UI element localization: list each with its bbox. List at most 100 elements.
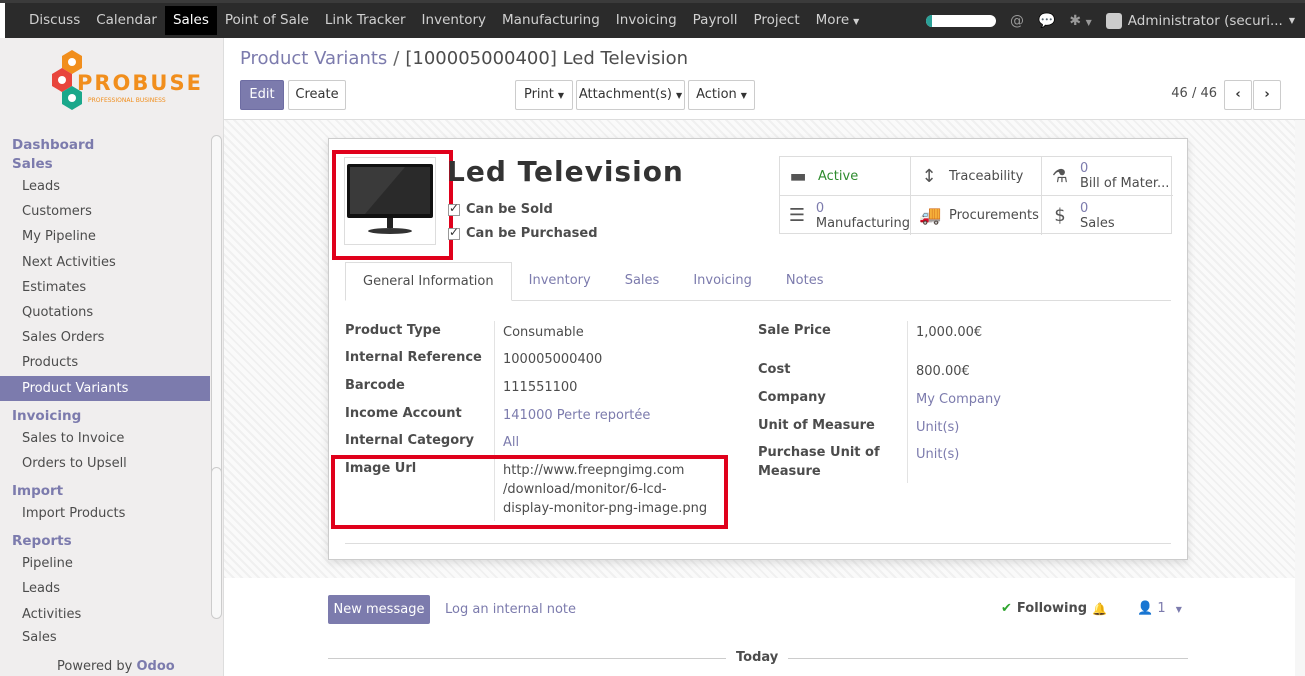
- internal-category-label: Internal Category: [345, 433, 475, 448]
- sidebar-item-next-activities[interactable]: Next Activities: [0, 250, 210, 275]
- purchase-uom-link[interactable]: Unit(s): [916, 445, 959, 464]
- dollar-icon: $: [1054, 205, 1066, 226]
- arrows-vertical-icon: ↕: [921, 165, 937, 187]
- sidebar-category-reports[interactable]: Reports: [0, 532, 210, 551]
- sidebar-item-report-sales[interactable]: Sales: [0, 627, 210, 641]
- caret-down-icon: ▼: [675, 91, 683, 100]
- product-name: Led Television: [447, 155, 684, 188]
- control-panel: Product Variants / [100005000400] Led Tele…: [224, 38, 1305, 120]
- sidebar-item-report-activities[interactable]: Activities: [0, 602, 210, 627]
- odoo-link[interactable]: Odoo: [137, 659, 175, 674]
- internal-category-link[interactable]: All: [503, 433, 519, 452]
- sidebar-item-leads[interactable]: Leads: [0, 174, 210, 199]
- sidebar-item-customers[interactable]: Customers: [0, 199, 210, 224]
- menu-calendar[interactable]: Calendar: [88, 6, 165, 35]
- new-message-button[interactable]: New message: [328, 595, 430, 624]
- can-be-sold-checkbox[interactable]: Can be Sold: [448, 201, 553, 217]
- checkbox-icon: [448, 225, 460, 240]
- barcode-value: 111551100: [503, 380, 578, 395]
- onboarding-progress-bar[interactable]: [925, 14, 996, 27]
- caret-down-icon: ▼: [853, 17, 860, 26]
- sidebar-item-my-pipeline[interactable]: My Pipeline: [0, 224, 210, 249]
- sidebar-category-invoicing[interactable]: Invoicing: [0, 407, 210, 426]
- sidebar-scrollbar[interactable]: [211, 135, 222, 493]
- menu-payroll[interactable]: Payroll: [685, 6, 746, 35]
- bell-icon: 🔔: [1092, 601, 1108, 616]
- sales-label: Sales: [1080, 215, 1115, 231]
- at-icon[interactable]: @: [1010, 13, 1024, 29]
- sidebar-item-sales-orders[interactable]: Sales Orders: [0, 325, 210, 350]
- sidebar-item-product-variants[interactable]: Product Variants: [0, 375, 210, 401]
- chat-icon[interactable]: 💬: [1038, 13, 1055, 29]
- followers-count: 1: [1157, 601, 1166, 616]
- can-be-purchased-checkbox[interactable]: Can be Purchased: [448, 225, 598, 241]
- user-menu[interactable]: Administrator (securi... ▼: [1105, 12, 1295, 29]
- app-menu: Discuss Calendar Sales Point of Sale Lin…: [21, 6, 867, 35]
- sheet-divider: [345, 543, 1171, 544]
- bom-count: 0: [1080, 161, 1089, 176]
- action-dropdown[interactable]: Action ▼: [688, 80, 755, 110]
- sidebar-item-quotations[interactable]: Quotations: [0, 300, 210, 325]
- menu-discuss[interactable]: Discuss: [21, 6, 88, 35]
- sidebar-item-report-pipeline[interactable]: Pipeline: [0, 551, 210, 576]
- sidebar-item-orders-to-upsell[interactable]: Orders to Upsell: [0, 451, 210, 476]
- sidebar-item-estimates[interactable]: Estimates: [0, 275, 210, 300]
- sidebar-category-dashboard[interactable]: Dashboard: [0, 136, 210, 155]
- pager-previous-button[interactable]: ‹: [1224, 80, 1252, 110]
- menu-manufacturing[interactable]: Manufacturing: [494, 6, 608, 35]
- top-navbar: Discuss Calendar Sales Point of Sale Lin…: [0, 0, 1305, 41]
- sidebar-item-products[interactable]: Products: [0, 350, 210, 375]
- sidebar-item-sales-to-invoice[interactable]: Sales to Invoice: [0, 426, 210, 451]
- manufacturing-count: 0: [815, 200, 825, 216]
- menu-inventory[interactable]: Inventory: [414, 6, 494, 35]
- following-button[interactable]: ✔ Following 🔔: [1001, 601, 1107, 616]
- procurements-button[interactable]: 🚚 Procurements: [911, 196, 1042, 235]
- breadcrumb-product-variants[interactable]: Product Variants: [240, 48, 387, 69]
- sidebar-scrollbar-lower[interactable]: [211, 467, 222, 619]
- attachments-dropdown[interactable]: Attachment(s) ▼: [576, 80, 685, 110]
- sidebar-item-report-leads[interactable]: Leads: [0, 576, 210, 601]
- menu-project[interactable]: Project: [745, 6, 807, 35]
- company-logo[interactable]: PROBUSE PROFESSIONAL BUSINESS: [44, 48, 201, 124]
- internal-reference-label: Internal Reference: [345, 350, 482, 365]
- bug-icon[interactable]: ✱ ▼: [1069, 13, 1091, 29]
- tab-notes[interactable]: Notes: [769, 262, 841, 301]
- avatar: [1105, 12, 1122, 29]
- sidebar-category-sales[interactable]: Sales: [0, 155, 210, 174]
- menu-invoicing[interactable]: Invoicing: [608, 6, 685, 35]
- print-dropdown[interactable]: Print ▼: [515, 80, 573, 110]
- right-column-divider: [907, 321, 908, 483]
- sidebar-menu: Dashboard Sales Leads Customers My Pipel…: [0, 136, 210, 641]
- chevron-right-icon: ›: [1264, 87, 1270, 102]
- edit-button[interactable]: Edit: [240, 80, 284, 110]
- sidebar-category-import[interactable]: Import: [0, 482, 210, 501]
- sidebar-item-import-products[interactable]: Import Products: [0, 501, 210, 526]
- create-button[interactable]: Create: [288, 80, 346, 110]
- barcode-label: Barcode: [345, 378, 405, 393]
- company-link[interactable]: My Company: [916, 390, 1001, 409]
- manufacturing-button[interactable]: ☰ 0 Manufacturing: [780, 196, 911, 235]
- menu-point-of-sale[interactable]: Point of Sale: [217, 6, 317, 35]
- followers-dropdown[interactable]: 👤 1 ▼: [1137, 601, 1182, 616]
- breadcrumb: Product Variants / [100005000400] Led Tele…: [240, 48, 688, 69]
- log-note-link[interactable]: Log an internal note: [445, 602, 576, 617]
- caret-down-icon: ▼: [557, 91, 565, 100]
- tab-general-information[interactable]: General Information: [345, 262, 512, 301]
- tab-sales[interactable]: Sales: [608, 262, 677, 301]
- purchase-uom-label-line: Measure: [758, 464, 821, 479]
- menu-link-tracker[interactable]: Link Tracker: [317, 6, 414, 35]
- pager-next-button[interactable]: ›: [1253, 80, 1281, 110]
- tab-inventory[interactable]: Inventory: [512, 262, 608, 301]
- pager-value[interactable]: 46 / 46: [1171, 86, 1217, 101]
- tab-invoicing[interactable]: Invoicing: [676, 262, 769, 301]
- menu-more[interactable]: More ▼: [808, 6, 868, 35]
- menu-sales[interactable]: Sales: [164, 6, 217, 35]
- main-scrollbar[interactable]: [1295, 120, 1305, 676]
- traceability-button[interactable]: ↕ Traceability: [911, 157, 1042, 196]
- sales-button[interactable]: $ 0 Sales: [1042, 196, 1173, 235]
- income-account-link[interactable]: 141000 Perte reportée: [503, 406, 650, 425]
- active-toggle-button[interactable]: ▬ Active: [780, 157, 911, 196]
- unit-of-measure-link[interactable]: Unit(s): [916, 418, 959, 437]
- bill-of-materials-button[interactable]: ⚗ 0 Bill of Mater...: [1042, 157, 1173, 196]
- unit-of-measure-label: Unit of Measure: [758, 418, 875, 433]
